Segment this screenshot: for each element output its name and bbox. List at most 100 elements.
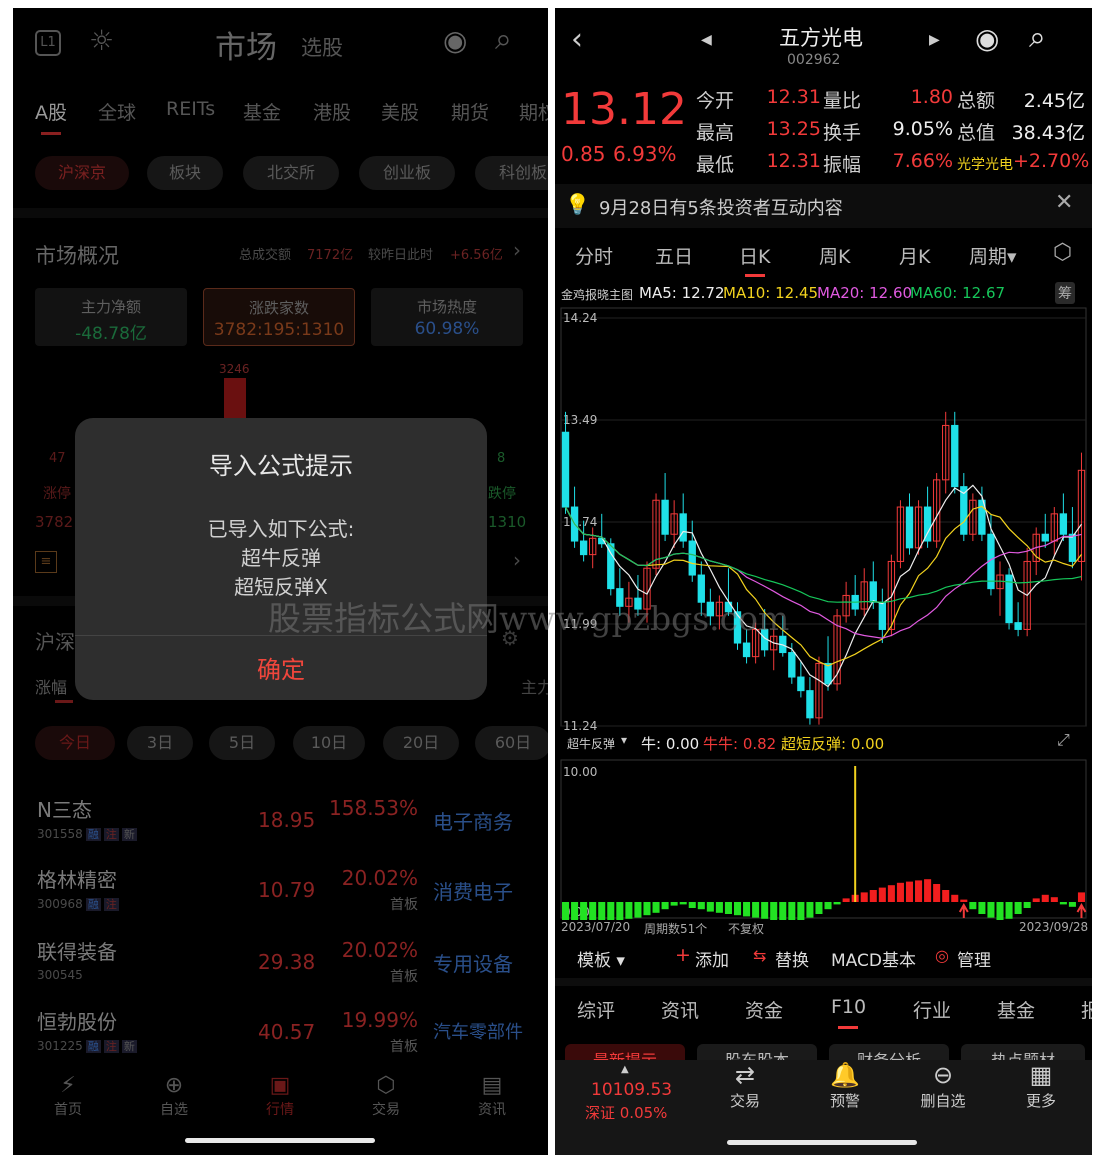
stock-row[interactable]: 恒勃股份 301225 融注新 40.57 19.99% 首板 汽车零部件 <box>13 1002 548 1072</box>
nav-alert[interactable]: 🔔 预警 <box>805 1060 885 1111</box>
expand-icon[interactable]: ⤢ <box>1057 730 1070 750</box>
period-5d[interactable]: 5日 <box>209 726 275 760</box>
stock-sector[interactable]: 汽车零部件 <box>433 1018 523 1044</box>
tab-reits[interactable]: REITs <box>166 98 215 120</box>
stat-card-updown[interactable]: 涨跌家数 3782:195:1310 <box>203 288 355 346</box>
chart-settings-icon[interactable]: ⬡ <box>1053 240 1072 265</box>
main-indicator-name[interactable]: 金鸡报晓主图 <box>561 286 633 303</box>
add-button[interactable]: 添加 <box>695 946 729 971</box>
tab-5day[interactable]: 五日 <box>655 242 693 269</box>
swap-icon[interactable]: ⇆ <box>753 946 766 965</box>
tab-daily-k[interactable]: 日K <box>739 242 770 269</box>
tab-a-share[interactable]: A股 <box>35 98 67 125</box>
mascot-icon[interactable]: ◉ <box>443 24 467 57</box>
nav-market[interactable]: ▣ 行情 <box>245 1073 315 1119</box>
tab-hk[interactable]: 港股 <box>313 98 351 125</box>
nav-trade[interactable]: ⬡ 交易 <box>351 1073 421 1119</box>
stock-picker-tab[interactable]: 选股 <box>301 32 343 62</box>
industry-change[interactable]: +2.70% <box>1013 150 1089 172</box>
chip-bse[interactable]: 北交所 <box>243 156 339 190</box>
tab-us[interactable]: 美股 <box>381 98 419 125</box>
tab-options[interactable]: 期权 <box>519 98 548 125</box>
period-10d[interactable]: 10日 <box>293 726 365 760</box>
kline-chart[interactable]: 14.2413.4912.7411.9911.24 <box>555 304 1092 736</box>
sort-indicator <box>55 700 73 703</box>
col-main[interactable]: 主力 <box>521 674 548 698</box>
dropdown-icon[interactable]: ▾ <box>621 733 627 747</box>
stock-row[interactable]: 联得装备 300545 29.38 20.02% 首板 专用设备 <box>13 932 548 1002</box>
period-60d[interactable]: 60日 <box>475 726 548 760</box>
industry-label[interactable]: 光学光电 <box>957 154 1013 174</box>
nav-more[interactable]: ▦ 更多 <box>1001 1060 1081 1111</box>
stock-row[interactable]: 格林精密 300968 融注 10.79 20.02% 首板 消费电子 <box>13 860 548 930</box>
indicator-bar <box>770 902 778 920</box>
stock-sector[interactable]: 电子商务 <box>433 806 513 835</box>
stock-sector[interactable]: 消费电子 <box>433 876 513 905</box>
tab-weekly-k[interactable]: 周K <box>819 242 850 269</box>
manage-button[interactable]: 管理 <box>957 946 991 971</box>
notice-bar[interactable]: 💡 9月28日有5条投资者互动内容 ✕ <box>555 184 1092 228</box>
close-icon[interactable]: ✕ <box>1055 190 1073 215</box>
stat-card-heat[interactable]: 市场热度 60.98% <box>371 288 523 346</box>
stock-name: N三态 <box>37 798 92 822</box>
search-icon[interactable]: ⌕ <box>495 22 512 57</box>
tab-monthly-k[interactable]: 月K <box>899 242 930 269</box>
tab-period[interactable]: 周期▾ <box>969 242 1017 269</box>
tab-report[interactable]: 报 <box>1081 996 1092 1023</box>
chip-hsj[interactable]: 沪深京 <box>35 156 129 190</box>
mascot-icon[interactable]: ◉ <box>975 22 999 55</box>
turnover-label: 总成交额 <box>239 248 292 263</box>
stock-sector[interactable]: 专用设备 <box>433 948 513 977</box>
market-header: L1 ☼ 市场 选股 ◉ ⌕ <box>13 8 548 86</box>
nav-trade[interactable]: ⇄ 交易 <box>705 1060 785 1111</box>
tab-futures[interactable]: 期货 <box>451 98 489 125</box>
chip-star[interactable]: 科创板 <box>475 156 548 190</box>
chip-chinext[interactable]: 创业板 <box>359 156 455 190</box>
tab-f10[interactable]: F10 <box>831 996 866 1018</box>
prev-stock-icon[interactable]: ◀ <box>701 32 712 48</box>
nav-remove-watch[interactable]: ⊖ 删自选 <box>903 1060 983 1111</box>
tab-news[interactable]: 资讯 <box>661 996 699 1023</box>
tab-capital[interactable]: 资金 <box>745 996 783 1023</box>
confirm-button[interactable]: 确定 <box>75 650 487 685</box>
tab-fund[interactable]: 基金 <box>997 996 1035 1023</box>
index-value[interactable]: 10109.53 <box>591 1080 672 1100</box>
stock-code: 301558 融注新 <box>37 827 137 841</box>
sub-indicator-chart[interactable]: 10.000.00 <box>555 754 1092 920</box>
nav-news[interactable]: ▤ 资讯 <box>457 1073 527 1119</box>
plus-icon[interactable]: + <box>675 944 691 966</box>
nav-watchlist[interactable]: ⊕ 自选 <box>139 1073 209 1119</box>
chevron-right-icon[interactable]: › <box>513 238 521 262</box>
stat-card-main-net[interactable]: 主力净额 -48.78亿 <box>35 288 187 346</box>
indicator-bar <box>806 902 814 918</box>
chevron-right-icon[interactable]: › <box>513 548 521 572</box>
manage-icon[interactable]: ◎ <box>935 946 949 965</box>
hs-section-title: 沪深 <box>35 630 75 654</box>
index-label[interactable]: 深证 0.05% <box>585 1102 667 1123</box>
col-change[interactable]: 涨幅 <box>35 674 67 698</box>
period-3d[interactable]: 3日 <box>127 726 193 760</box>
tab-intraday[interactable]: 分时 <box>575 242 613 269</box>
macd-button[interactable]: MACD基本 <box>831 946 916 971</box>
chip-distribution-badge[interactable]: 筹 <box>1055 282 1075 304</box>
tab-industry[interactable]: 行业 <box>913 996 951 1023</box>
chip-sector[interactable]: 板块 <box>147 156 223 190</box>
list-icon[interactable]: ≡ <box>35 551 57 573</box>
search-icon[interactable]: ⌕ <box>1029 20 1046 55</box>
back-icon[interactable]: ‹ <box>571 22 583 57</box>
period-today[interactable]: 今日 <box>35 726 115 760</box>
template-button[interactable]: 模板 ▾ <box>577 946 625 971</box>
tab-fund[interactable]: 基金 <box>243 98 281 125</box>
stock-change: 158.53% <box>329 796 418 820</box>
next-stock-icon[interactable]: ▶ <box>929 32 940 48</box>
tab-global[interactable]: 全球 <box>98 98 136 125</box>
replace-button[interactable]: 替换 <box>775 946 809 971</box>
sub-indicator-name[interactable]: 超牛反弹 <box>567 735 615 752</box>
adjust-mode[interactable]: 不复权 <box>728 920 764 937</box>
period-20d[interactable]: 20日 <box>383 726 459 760</box>
nav-home[interactable]: ⚡ 首页 <box>33 1073 103 1119</box>
tab-overview[interactable]: 综评 <box>577 996 615 1023</box>
stock-row[interactable]: N三态 301558 融注新 18.95 158.53% 电子商务 <box>13 790 548 860</box>
sun-icon[interactable]: ☼ <box>89 24 114 57</box>
l1-icon[interactable]: L1 <box>35 30 61 56</box>
